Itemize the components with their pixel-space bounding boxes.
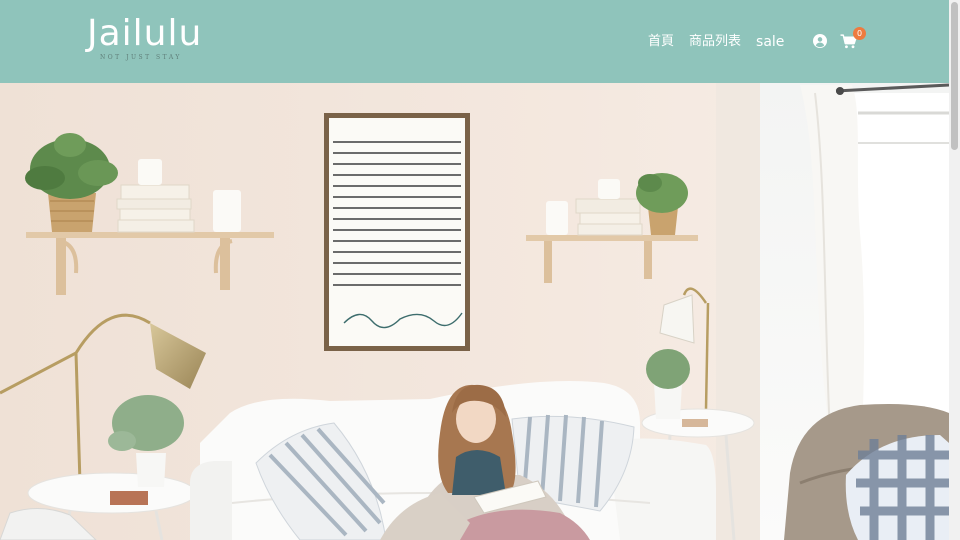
nav-products-link[interactable]: 商品列表	[689, 31, 741, 53]
main-nav: 首頁 商品列表 sale	[648, 31, 784, 53]
scrollbar-thumb[interactable]	[951, 2, 958, 150]
cart-count-badge: 0	[853, 27, 866, 40]
brand-tagline: NOT JUST STAY	[100, 54, 182, 61]
page-scrollbar[interactable]	[949, 0, 960, 540]
nav-sale-link[interactable]: sale	[756, 31, 784, 53]
site-header: Jailulu NOT JUST STAY 首頁 商品列表 sale 0	[0, 0, 949, 83]
user-circle-icon[interactable]	[813, 34, 827, 48]
hero-image	[0, 83, 949, 540]
nav-home-link[interactable]: 首頁	[648, 31, 674, 53]
brand-name: Jailulu	[87, 13, 203, 54]
hero-banner	[0, 83, 949, 540]
brand-logo[interactable]: Jailulu NOT JUST STAY	[87, 14, 217, 64]
